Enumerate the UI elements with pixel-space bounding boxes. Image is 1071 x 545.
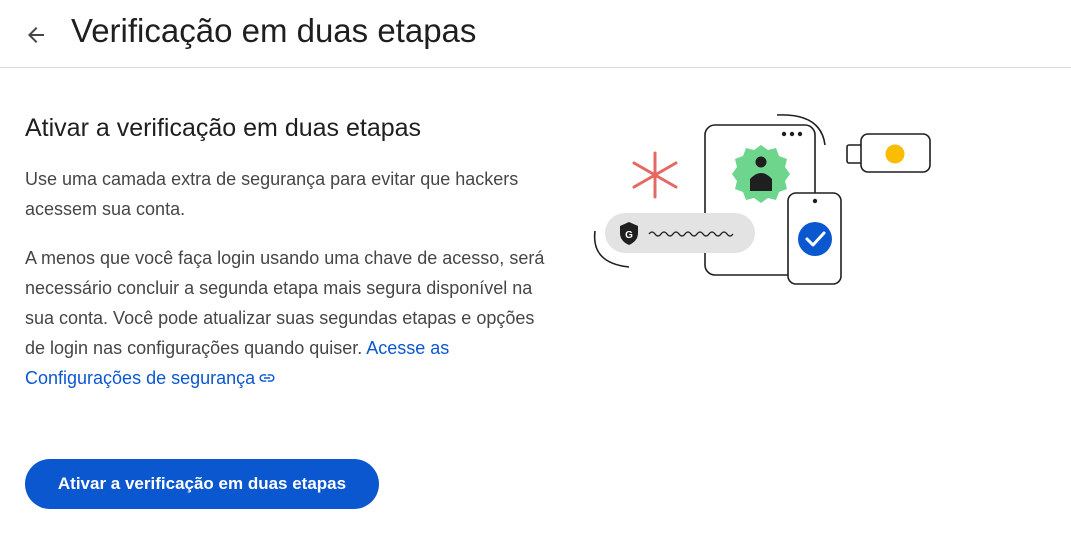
arrow-back-icon	[28, 27, 44, 43]
page-header: Verificação em duas etapas	[0, 0, 1071, 68]
details-text: A menos que você faça login usando uma c…	[25, 248, 545, 358]
asterisk-icon	[632, 151, 678, 199]
section-title: Ativar a verificação em duas etapas	[25, 114, 422, 142]
enable-two-step-button[interactable]: Ativar a verificação em duas etapas	[25, 459, 379, 509]
page-title: Verificação em duas etapas	[71, 12, 477, 49]
details-paragraph: A menos que você faça login usando uma c…	[25, 243, 545, 393]
two-step-illustration: G	[593, 114, 931, 285]
check-circle-icon	[798, 222, 832, 256]
link-icon	[259, 374, 275, 382]
back-button[interactable]	[20, 19, 52, 51]
intro-paragraph: Use uma camada extra de segurança para e…	[25, 169, 519, 219]
google-badge-letter: G	[625, 230, 633, 241]
section-header: Ativar a verificação em duas etapas	[25, 110, 545, 146]
security-key-icon	[846, 133, 931, 173]
